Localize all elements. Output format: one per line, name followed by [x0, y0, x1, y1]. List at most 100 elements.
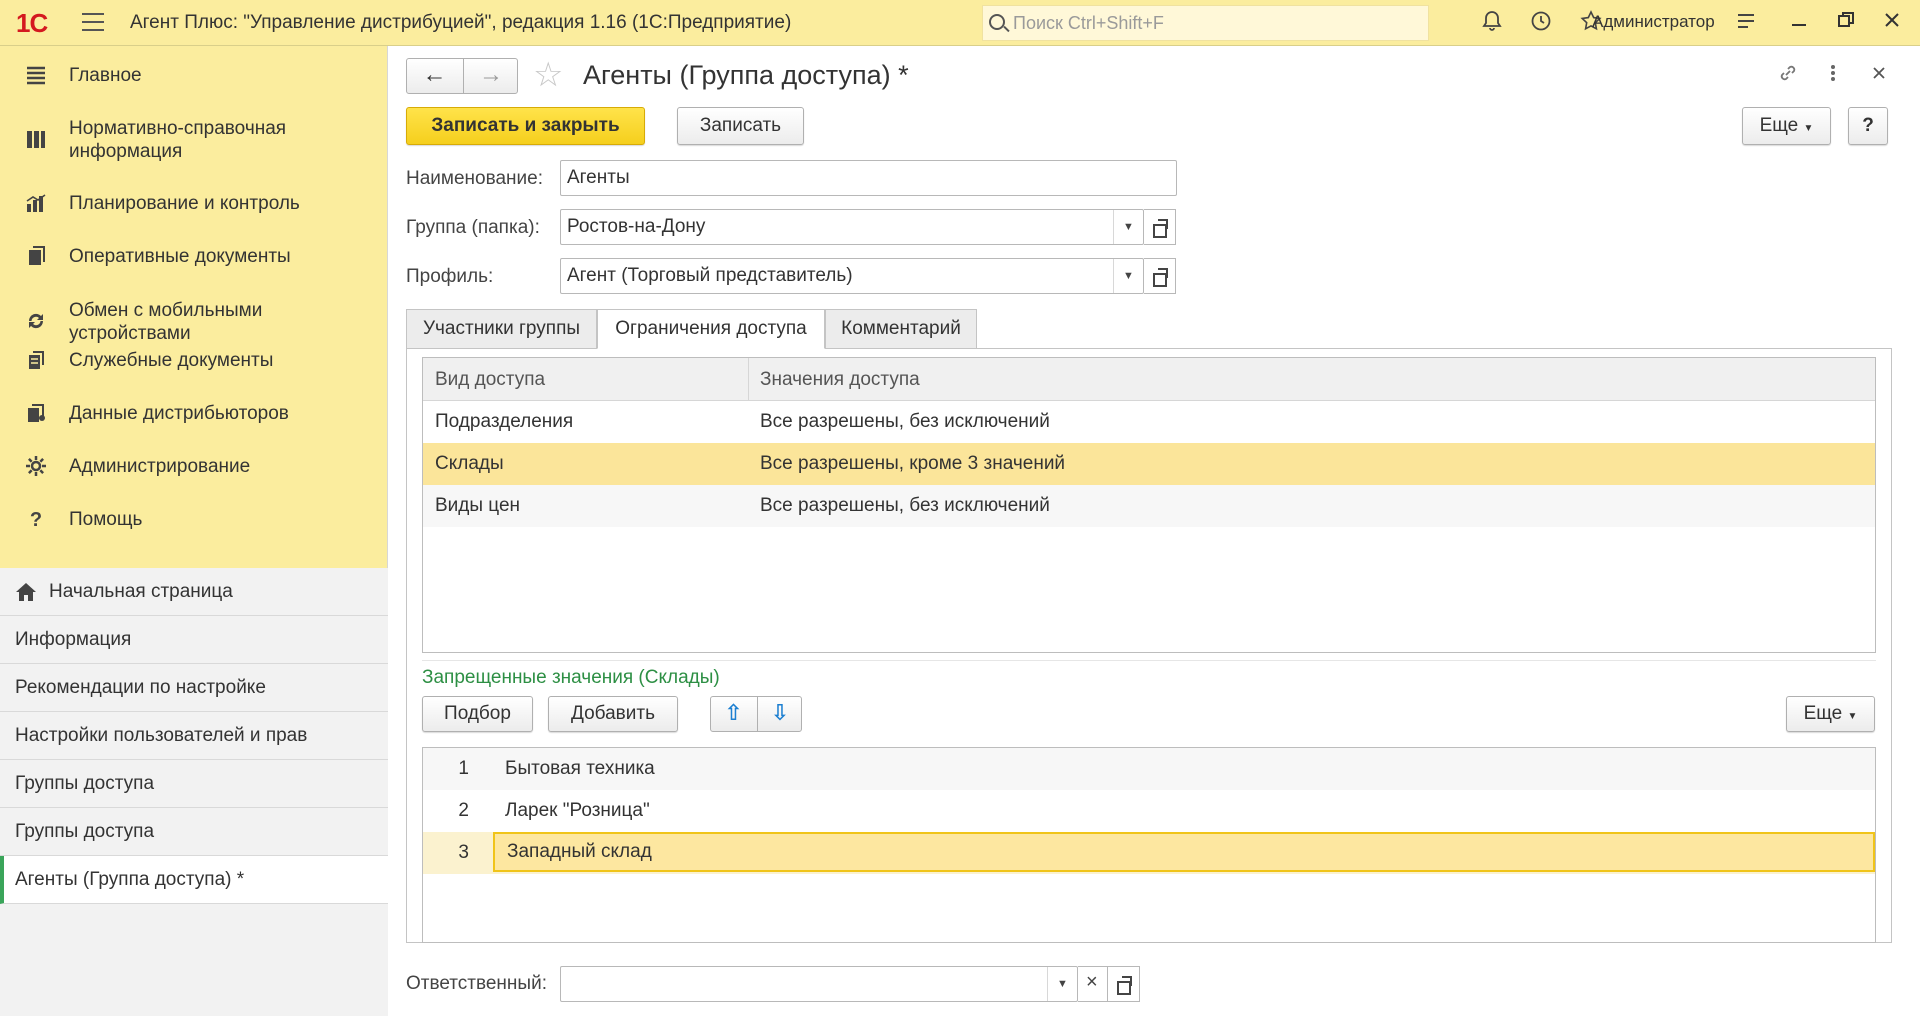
table-row[interactable]: Подразделения Все разрешены, без исключе… — [423, 401, 1875, 443]
open-window-item[interactable]: Рекомендации по настройке — [0, 664, 388, 712]
section-label: Помощь — [69, 509, 143, 530]
clear-field-icon[interactable] — [1078, 966, 1108, 1002]
separator — [422, 660, 1876, 661]
group-label: Группа (папка): — [406, 217, 540, 238]
restore-icon[interactable] — [1832, 9, 1860, 37]
cell-value: Ларек "Розница" — [505, 800, 650, 821]
cell-kind: Подразделения — [435, 411, 574, 432]
help-button[interactable]: ? — [1848, 107, 1888, 145]
open-window-item-active[interactable]: Агенты (Группа доступа) * — [0, 856, 388, 904]
link-icon[interactable] — [1775, 62, 1801, 90]
main-menu-icon[interactable] — [82, 13, 104, 33]
table-row[interactable]: 2 Ларек "Розница" — [423, 790, 1875, 832]
section-administration[interactable]: Администрирование — [0, 451, 388, 483]
responsible-field[interactable]: ▼ — [560, 966, 1078, 1002]
help-icon: ? — [29, 509, 43, 531]
list-icon — [24, 64, 48, 88]
table-row[interactable]: 1 Бытовая техника — [423, 748, 1875, 790]
dropdown-arrow-icon[interactable]: ▼ — [1113, 210, 1143, 244]
pick-button[interactable]: Подбор — [422, 696, 533, 732]
section-help[interactable]: ? Помощь — [0, 504, 388, 536]
tab-comment[interactable]: Комментарий — [825, 309, 977, 349]
table-header: Вид доступа Значения доступа — [423, 358, 1875, 401]
catalog-icon — [24, 128, 48, 152]
bar-chart-icon — [24, 192, 48, 216]
open-window-item[interactable]: Группы доступа — [0, 760, 388, 808]
open-responsible-icon[interactable] — [1108, 966, 1140, 1002]
table-row-selected[interactable]: Склады Все разрешены, кроме 3 значений — [423, 443, 1875, 485]
column-header-kind[interactable]: Вид доступа — [423, 358, 545, 401]
section-label: Служебные документы — [69, 350, 274, 371]
open-windows-list: Начальная страница Информация Рекомендац… — [0, 568, 388, 1016]
bell-icon[interactable] — [1478, 9, 1506, 37]
cell-values: Все разрешены, кроме 3 значений — [760, 453, 1066, 474]
section-reference-info[interactable]: Нормативно-справочная информация — [0, 114, 388, 166]
name-label: Наименование: — [406, 168, 543, 189]
responsible-label: Ответственный: — [406, 973, 547, 994]
table-row[interactable]: Виды цен Все разрешены, без исключений — [423, 485, 1875, 527]
open-window-home[interactable]: Начальная страница — [0, 568, 388, 616]
access-kinds-table[interactable]: Вид доступа Значения доступа Подразделен… — [422, 357, 1876, 653]
table-row-selected[interactable]: 3 Западный склад — [423, 832, 1875, 874]
open-window-label: Начальная страница — [49, 581, 233, 602]
cell-kind: Склады — [435, 453, 504, 474]
section-label: Администрирование — [69, 456, 251, 477]
move-up-arrow-icon[interactable]: ⇧ — [711, 697, 756, 731]
settings-menu-icon[interactable] — [1732, 9, 1760, 37]
group-field[interactable]: Ростов-на-Дону ▼ — [560, 209, 1144, 245]
search-input[interactable] — [1013, 8, 1413, 38]
app-logo[interactable]: 1С — [16, 8, 48, 39]
close-window-icon[interactable] — [1878, 9, 1906, 37]
denied-values-table[interactable]: 1 Бытовая техника 2 Ларек "Розница" 3 За… — [422, 747, 1876, 943]
navigation-buttons: ← → — [406, 58, 518, 94]
cell-value-editing[interactable]: Западный склад — [493, 832, 1875, 872]
global-search[interactable] — [982, 5, 1429, 41]
open-group-icon[interactable] — [1144, 209, 1176, 245]
cell-values: Все разрешены, без исключений — [760, 495, 1050, 516]
section-service-docs[interactable]: Служебные документы — [0, 345, 388, 377]
tab-access-restrictions[interactable]: Ограничения доступа — [597, 309, 825, 349]
service-docs-icon — [24, 349, 48, 373]
close-form-icon[interactable] — [1866, 62, 1892, 88]
chevron-down-icon: ▼ — [1803, 123, 1814, 134]
dropdown-arrow-icon[interactable]: ▼ — [1113, 259, 1143, 293]
section-operative-docs[interactable]: Оперативные документы — [0, 241, 388, 273]
save-and-close-button[interactable]: Записать и закрыть — [406, 107, 645, 145]
tab-members[interactable]: Участники группы — [406, 309, 597, 349]
history-icon[interactable] — [1527, 9, 1555, 37]
back-arrow-icon[interactable]: ← — [407, 59, 462, 93]
open-window-item[interactable]: Информация — [0, 616, 388, 664]
row-number: 1 — [458, 758, 469, 779]
more-label: Еще — [1803, 703, 1843, 724]
title-bar: 1С Агент Плюс: "Управление дистрибуцией"… — [0, 0, 1920, 46]
section-planning[interactable]: Планирование и контроль — [0, 188, 388, 220]
forward-arrow-icon[interactable]: → — [463, 59, 518, 93]
row-number: 2 — [458, 800, 469, 821]
more-vertical-icon[interactable] — [1820, 62, 1846, 90]
profile-field[interactable]: Агент (Торговый представитель) ▼ — [560, 258, 1144, 294]
open-window-item[interactable]: Группы доступа — [0, 808, 388, 856]
current-user[interactable]: Администратор — [1592, 12, 1715, 32]
more-button-2[interactable]: Еще ▼ — [1786, 696, 1875, 732]
favorite-star-icon[interactable]: ☆ — [533, 57, 563, 93]
column-header-values[interactable]: Значения доступа — [748, 358, 920, 401]
app-title: Агент Плюс: "Управление дистрибуцией", р… — [130, 12, 792, 33]
section-distributor-data[interactable]: Данные дистрибьюторов — [0, 398, 388, 430]
dropdown-arrow-icon[interactable]: ▼ — [1047, 967, 1077, 1001]
profile-label: Профиль: — [406, 266, 494, 287]
name-field[interactable]: Агенты — [560, 160, 1177, 196]
more-button[interactable]: Еще ▼ — [1742, 107, 1831, 145]
minimize-icon[interactable] — [1785, 9, 1813, 37]
more-label: Еще — [1759, 115, 1799, 136]
move-buttons: ⇧ ⇩ — [710, 696, 802, 732]
save-button[interactable]: Записать — [677, 107, 804, 145]
open-window-item[interactable]: Настройки пользователей и прав — [0, 712, 388, 760]
group-value: Ростов-на-Дону — [567, 216, 706, 237]
open-profile-icon[interactable] — [1144, 258, 1176, 294]
cell-kind: Виды цен — [435, 495, 521, 516]
section-mobile-exchange[interactable]: Обмен с мобильными устройствами — [0, 296, 388, 348]
move-down-arrow-icon[interactable]: ⇩ — [757, 697, 802, 731]
add-button[interactable]: Добавить — [548, 696, 678, 732]
denied-values-title: Запрещенные значения (Склады) — [422, 667, 720, 688]
section-main[interactable]: Главное — [0, 60, 388, 92]
